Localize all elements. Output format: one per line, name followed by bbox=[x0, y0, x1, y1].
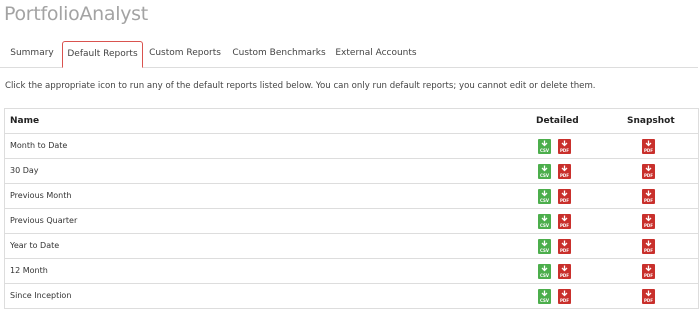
detailed-csv-download-icon[interactable]: CSV bbox=[538, 139, 551, 154]
snapshot-pdf-download-icon[interactable]: PDF bbox=[642, 264, 655, 279]
snapshot-pdf-download-icon[interactable]: PDF bbox=[642, 189, 655, 204]
column-header-name: Name bbox=[10, 116, 40, 126]
tab-default-reports[interactable]: Default Reports bbox=[62, 41, 143, 68]
detailed-pdf-download-icon[interactable]: PDF bbox=[558, 189, 571, 204]
detailed-csv-download-icon[interactable]: CSV bbox=[538, 189, 551, 204]
table-row: Month to Date CSV PDF PDF bbox=[5, 134, 698, 159]
table-row: Since Inception CSV PDF PDF bbox=[5, 284, 698, 309]
table-header: Name Detailed Snapshot bbox=[5, 109, 698, 134]
report-name: Previous Quarter bbox=[10, 216, 78, 225]
detailed-pdf-download-icon[interactable]: PDF bbox=[558, 289, 571, 304]
report-name: 30 Day bbox=[10, 166, 39, 175]
detailed-csv-download-icon[interactable]: CSV bbox=[538, 239, 551, 254]
detailed-csv-download-icon[interactable]: CSV bbox=[538, 289, 551, 304]
report-name: Previous Month bbox=[10, 191, 72, 200]
column-header-snapshot: Snapshot bbox=[627, 116, 675, 126]
table-row: Previous Quarter CSV PDF PDF bbox=[5, 209, 698, 234]
report-name: Year to Date bbox=[10, 241, 60, 250]
tab-custom-benchmarks[interactable]: Custom Benchmarks bbox=[231, 41, 327, 66]
app-title: PortfolioAnalyst bbox=[4, 3, 148, 25]
detailed-csv-download-icon[interactable]: CSV bbox=[538, 164, 551, 179]
detailed-csv-download-icon[interactable]: CSV bbox=[538, 214, 551, 229]
detailed-pdf-download-icon[interactable]: PDF bbox=[558, 264, 571, 279]
snapshot-pdf-download-icon[interactable]: PDF bbox=[642, 214, 655, 229]
report-name: Since Inception bbox=[10, 291, 72, 300]
detailed-pdf-download-icon[interactable]: PDF bbox=[558, 214, 571, 229]
snapshot-pdf-download-icon[interactable]: PDF bbox=[642, 239, 655, 254]
snapshot-pdf-download-icon[interactable]: PDF bbox=[642, 289, 655, 304]
report-name: Month to Date bbox=[10, 141, 68, 150]
tab-summary[interactable]: Summary bbox=[4, 41, 60, 66]
table-row: Year to Date CSV PDF PDF bbox=[5, 234, 698, 259]
default-reports-table: Name Detailed Snapshot Month to Date CSV P… bbox=[4, 108, 699, 309]
tab-external-accounts[interactable]: External Accounts bbox=[333, 41, 419, 66]
detailed-pdf-download-icon[interactable]: PDF bbox=[558, 164, 571, 179]
intro-text: Click the appropriate icon to run any of… bbox=[5, 81, 596, 91]
snapshot-pdf-download-icon[interactable]: PDF bbox=[642, 139, 655, 154]
detailed-csv-download-icon[interactable]: CSV bbox=[538, 264, 551, 279]
table-row: Previous Month CSV PDF PDF bbox=[5, 184, 698, 209]
report-tabs: Summary Default Reports Custom Reports C… bbox=[0, 41, 698, 68]
table-row: 12 Month CSV PDF PDF bbox=[5, 259, 698, 284]
detailed-pdf-download-icon[interactable]: PDF bbox=[558, 239, 571, 254]
tab-custom-reports[interactable]: Custom Reports bbox=[146, 41, 224, 66]
column-header-detailed: Detailed bbox=[536, 116, 579, 126]
table-row: 30 Day CSV PDF PDF bbox=[5, 159, 698, 184]
snapshot-pdf-download-icon[interactable]: PDF bbox=[642, 164, 655, 179]
report-name: 12 Month bbox=[10, 266, 48, 275]
detailed-pdf-download-icon[interactable]: PDF bbox=[558, 139, 571, 154]
